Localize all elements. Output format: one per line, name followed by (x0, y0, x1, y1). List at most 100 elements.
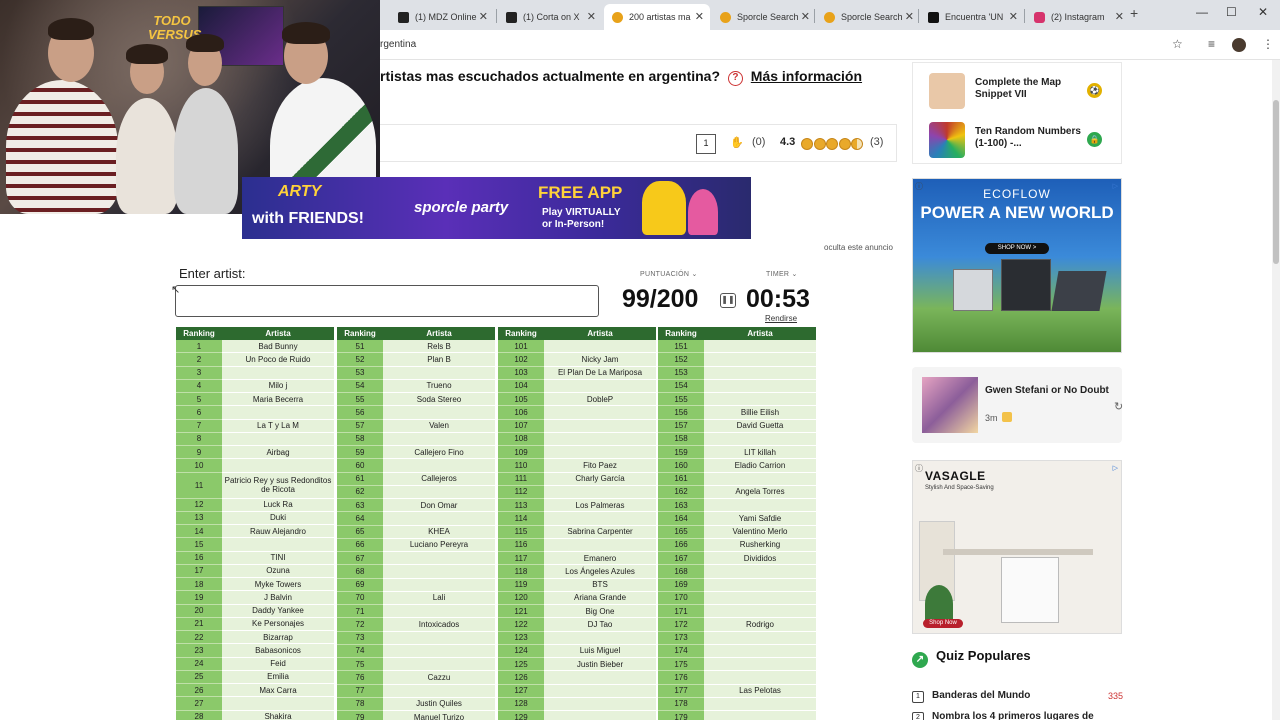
reading-list-icon[interactable]: ≡ (1208, 37, 1215, 51)
table-row: 159 LIT killah (658, 446, 816, 460)
star-icon[interactable] (851, 138, 863, 150)
star-icon[interactable] (813, 138, 826, 150)
artist-header: Artista (265, 329, 291, 338)
artist-cell: Valentino Merlo (704, 525, 816, 539)
popular-quiz-item[interactable]: 1 Banderas del Mundo (912, 690, 1030, 703)
play-count: 335 (1108, 691, 1124, 701)
rating-stars[interactable] (801, 138, 864, 150)
artist-cell: Los Ángeles Azules (544, 565, 656, 579)
ecoflow-ad[interactable]: ⓘ ▷ ECOFLOW POWER A NEW WORLD SHOP NOW > (912, 178, 1122, 353)
table-row: 176 (658, 671, 816, 685)
star-icon[interactable] (801, 138, 813, 150)
refresh-icon[interactable]: ↻ (1114, 400, 1123, 413)
rank-cell: 2 (176, 353, 222, 367)
related-quiz-item[interactable]: Complete the Map Snippet VII ⚽ (929, 73, 1109, 109)
hide-ad-link[interactable]: oculta este anuncio (824, 243, 893, 252)
table-row: 164 Yami Safdie (658, 512, 816, 526)
gwen-quiz-card[interactable]: Gwen Stefani or No Doubt 3m ↻ (912, 367, 1123, 443)
tab-encuentra[interactable]: Encuentra 'UN ✕ (920, 4, 1024, 30)
artist-header: Artista (747, 329, 773, 338)
rank-cell: 179 (658, 711, 704, 720)
vasagle-ad[interactable]: ⓘ ▷ VASAGLE Stylish And Space-Saving Sho… (912, 460, 1122, 634)
rank-cell: 168 (658, 565, 704, 579)
tab-instagram[interactable]: (2) Instagram ✕ (1026, 4, 1130, 30)
close-icon[interactable]: ✕ (1115, 10, 1124, 23)
star-icon[interactable] (826, 138, 838, 150)
scrollbar-thumb[interactable] (1273, 100, 1279, 264)
close-window-button[interactable]: ✕ (1258, 5, 1268, 19)
minimize-button[interactable]: — (1196, 5, 1208, 19)
shop-now-button[interactable]: SHOP NOW > (985, 243, 1049, 254)
artist-cell: David Guetta (704, 419, 816, 433)
popular-quiz-title[interactable]: Banderas del Mundo (932, 690, 1030, 701)
tab-mdz[interactable]: (1) MDZ Online ✕ (390, 4, 494, 30)
x-logo-icon (398, 11, 409, 23)
related-quiz-title[interactable]: Ten Random Numbers (1-100) -... (975, 126, 1085, 150)
shop-now-button[interactable]: Shop Now (923, 619, 963, 628)
table-row: 174 (658, 644, 816, 658)
menu-kebab-icon[interactable]: ⋮ (1262, 37, 1274, 51)
table-row: 70 Lali (337, 591, 495, 605)
comments-icon[interactable]: 1 (696, 134, 716, 154)
table-row: 56 (337, 406, 495, 420)
artist-cell: Intoxicados (383, 618, 495, 632)
ad-choices-icon[interactable]: ▷ (1113, 464, 1118, 472)
give-up-link[interactable]: Rendirse (765, 314, 797, 323)
rank-cell: 18 (176, 578, 222, 592)
tab-corta[interactable]: (1) Corta on X ✕ (498, 4, 602, 30)
close-icon[interactable]: ✕ (1009, 10, 1018, 23)
rank-cell: 26 (176, 684, 222, 698)
artist-cell (544, 406, 656, 420)
person-2-hair (126, 44, 168, 64)
table-row: 171 (658, 605, 816, 619)
close-icon[interactable]: ✕ (801, 10, 810, 23)
url-text[interactable]: rgentina (380, 39, 416, 50)
rank-cell: 151 (658, 340, 704, 354)
table-row: 157 David Guetta (658, 419, 816, 433)
popular-quiz-item[interactable]: 2 Nombra los 4 primeros lugares de (912, 711, 1094, 720)
person-3-hair (186, 34, 224, 52)
artist-input[interactable] (175, 285, 599, 317)
artist-cell: Las Pelotas (704, 684, 816, 698)
popular-quiz-title[interactable]: Nombra los 4 primeros lugares de (932, 711, 1094, 720)
tab-sporcle-search-2[interactable]: Sporcle Search ✕ (816, 4, 920, 30)
sporcle-party-banner[interactable]: ARTY with FRIENDS! sporcle party FREE AP… (242, 177, 751, 239)
help-icon[interactable]: ? (727, 71, 743, 86)
table-row: 166 Rusherking (658, 538, 816, 552)
table-row: 63 Don Omar (337, 499, 495, 513)
close-icon[interactable]: ✕ (905, 10, 914, 23)
new-tab-button[interactable]: + (1130, 5, 1138, 21)
artist-cell (383, 432, 495, 446)
gwen-quiz-title[interactable]: Gwen Stefani or No Doubt (985, 385, 1109, 396)
table-row: 106 (498, 406, 656, 420)
table-row: 54 Trueno (337, 379, 495, 393)
artist-cell (383, 578, 495, 592)
lock-icon: 🔒 (1087, 132, 1102, 147)
related-quiz-title[interactable]: Complete the Map Snippet VII (975, 77, 1085, 101)
tab-200-artistas[interactable]: 200 artistas ma ✕ (604, 4, 710, 30)
table-row: 25 Emilia (176, 670, 334, 684)
tab-sporcle-search-1[interactable]: Sporcle Search ✕ (712, 4, 816, 30)
profile-avatar[interactable] (1232, 38, 1246, 52)
rank-cell: 170 (658, 591, 704, 605)
maximize-button[interactable]: ☐ (1226, 5, 1237, 19)
banner-free-app: FREE APP (538, 183, 623, 202)
table-row: 101 (498, 340, 656, 354)
star-icon[interactable] (838, 138, 851, 150)
close-icon[interactable]: ✕ (587, 10, 596, 23)
bookmark-star-icon[interactable]: ☆ (1172, 37, 1183, 51)
more-info-link[interactable]: Más información (751, 68, 862, 84)
like-icon[interactable]: ✋ (730, 136, 744, 149)
popular-title: Quiz Populares (936, 648, 1031, 663)
pause-button[interactable]: ❚❚ (720, 293, 736, 308)
artist-cell (704, 711, 816, 720)
rank-cell: 163 (658, 499, 704, 513)
artist-cell: Luck Ra (222, 498, 334, 512)
related-quiz-item[interactable]: Ten Random Numbers (1-100) -... 🔒 (929, 122, 1109, 158)
artist-cell (704, 591, 816, 605)
artist-cell (383, 565, 495, 579)
ad-info-icon[interactable]: ⓘ (915, 463, 923, 474)
rank-cell: 59 (337, 446, 383, 460)
close-icon[interactable]: ✕ (479, 10, 488, 23)
close-icon[interactable]: ✕ (695, 10, 704, 23)
